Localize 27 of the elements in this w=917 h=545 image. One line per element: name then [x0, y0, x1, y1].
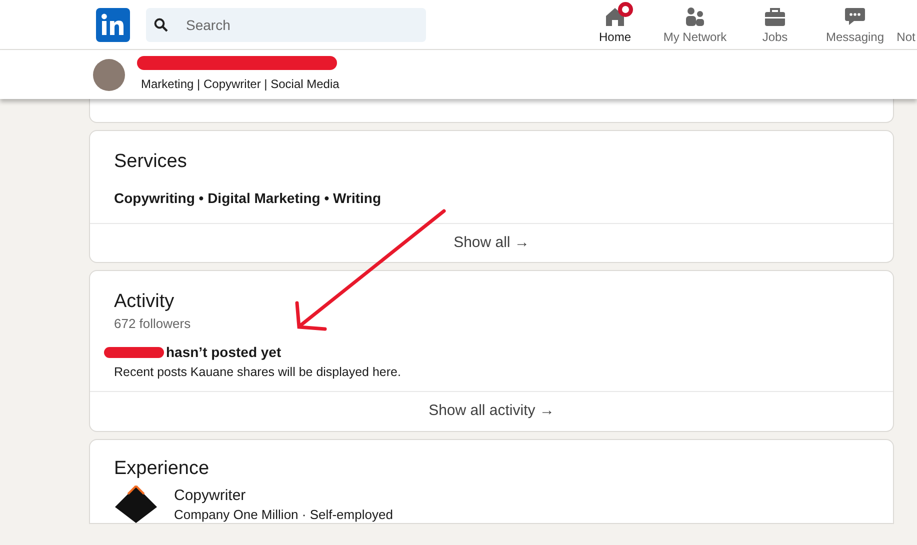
- home-icon: [604, 6, 626, 28]
- nav-tab[interactable]: Not: [895, 3, 917, 46]
- section-title: Activity: [114, 291, 176, 314]
- empty-state-text: Recent posts Kauane shares will be displayed here.: [114, 364, 402, 381]
- nav-tab[interactable]: Home: [575, 3, 655, 46]
- redaction-mark: [104, 346, 164, 358]
- avatar: [93, 58, 125, 90]
- jobs-icon: [764, 6, 786, 28]
- show-all-link[interactable]: Show all →: [90, 222, 893, 262]
- company-logo-icon: [114, 484, 158, 523]
- search-field[interactable]: Search: [146, 8, 426, 42]
- empty-state-title: hasn’t posted yet: [166, 342, 282, 362]
- network-icon: [684, 6, 706, 28]
- followers-count: 672 followers: [114, 315, 192, 334]
- nav-tab[interactable]: Messaging: [815, 3, 895, 46]
- section-title: Experience: [114, 458, 210, 481]
- company-name: Company One Million · Self-employed: [174, 507, 393, 523]
- logo-icon[interactable]: [96, 8, 130, 42]
- search-icon: [154, 18, 168, 32]
- job-title: Copywriter: [174, 486, 247, 506]
- section-title: Services: [114, 151, 188, 174]
- show-all-activity-link[interactable]: Show all activity →: [90, 391, 893, 431]
- nav-tab[interactable]: My Network: [655, 3, 735, 46]
- services-list: Copywriting • Digital Marketing • Writing: [114, 188, 869, 209]
- messaging-icon: [844, 6, 866, 28]
- profile-headline: Marketing | Copywriter | Social Media: [141, 76, 340, 93]
- nav-tab[interactable]: Jobs: [735, 3, 815, 46]
